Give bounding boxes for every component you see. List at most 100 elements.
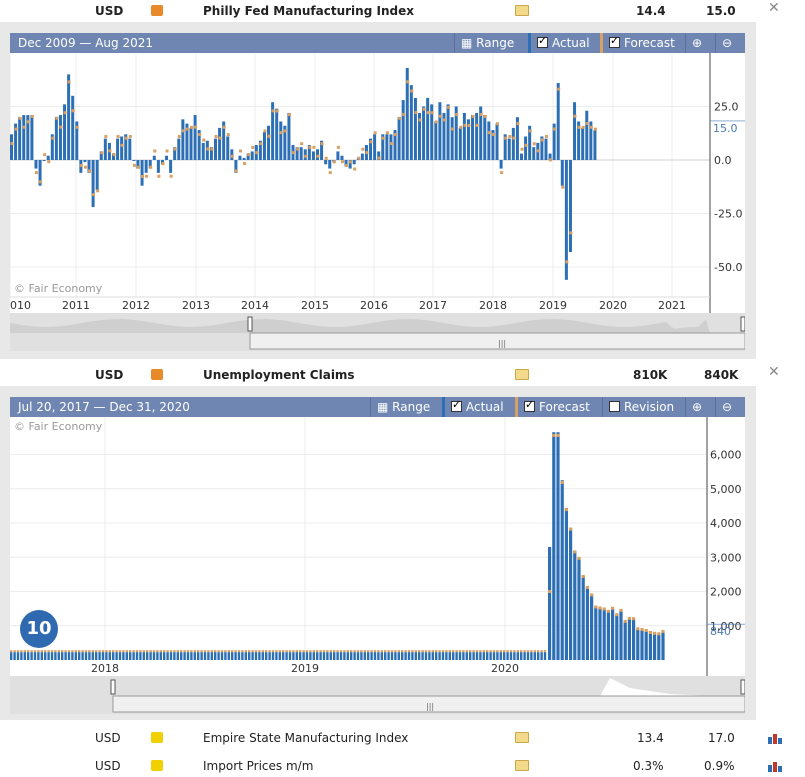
actual-bar [336,151,340,160]
zoom-out-icon[interactable]: ⊖ [715,397,738,417]
actual-bar [414,652,417,660]
range-navigator[interactable]: ||| [10,313,746,351]
forecast-marker [360,650,363,653]
actual-bar [343,652,346,660]
forecast-marker [20,650,23,653]
chart-panel-claims: Jul 20, 2017 — Dec 31, 2020 ▦ Range Actu… [0,386,756,720]
revision-checkbox[interactable] [609,401,620,412]
forecast-toggle[interactable]: Forecast [515,397,596,417]
forecast-marker [340,160,344,164]
navigator-strip[interactable]: ||| [10,313,746,351]
forecast-marker [259,142,263,146]
forecast-marker [509,650,513,653]
forecast-marker [329,650,332,653]
forecast-marker [214,650,217,653]
actual-bar [116,138,120,160]
forecast-marker [275,109,279,113]
forecast-marker [40,650,43,653]
actual-bar [295,652,298,660]
actual-toggle[interactable]: Actual [528,33,596,53]
actual-bar [326,652,329,660]
folder-icon[interactable] [515,369,529,380]
bar-chart-icon[interactable] [768,760,782,772]
actual-bar [129,652,132,660]
forecast-toggle[interactable]: Forecast [600,33,681,53]
impact-medium-icon [151,760,163,771]
event-name: Import Prices m/m [203,759,314,773]
forecast-marker [370,650,373,653]
forecast-marker [496,122,500,126]
forecast-marker [524,143,528,147]
range-button[interactable]: ▦ Range [454,33,520,53]
revision-toggle[interactable]: Revision [602,397,680,417]
actual-bar [169,160,173,173]
forecast-marker [61,650,64,653]
folder-icon[interactable] [515,5,529,16]
forecast-marker [367,650,370,653]
chart-toolbar: Dec 2009 — Aug 2021 ▦ Range Actual Forec… [10,33,745,53]
close-icon[interactable]: ✕ [768,0,780,16]
y-tick-label: -50.0 [714,261,742,274]
forecast-marker [458,650,462,653]
forecast-marker [573,550,577,554]
forecast-marker [292,151,296,155]
forecast-marker [544,134,548,138]
forecast-marker [486,650,489,653]
event-row-empire-state[interactable]: USD Empire State Manufacturing Index 13.… [0,727,805,749]
actual-bar [581,127,585,160]
forecast-checkbox[interactable] [524,398,535,412]
actual-bar [661,632,665,660]
zoom-out-icon[interactable]: ⊖ [715,33,738,53]
actual-bar [78,652,81,660]
forecast-marker [163,650,166,653]
forecast-marker [173,147,177,151]
range-navigator[interactable]: ||| [10,676,746,714]
folder-icon[interactable] [515,760,529,771]
range-button[interactable]: ▦ Range [370,397,436,417]
forecast-marker [326,650,329,653]
actual-bar [581,576,585,660]
notification-badge[interactable]: 10 [20,610,58,648]
actual-bar [452,652,455,660]
forecast-marker [22,125,26,129]
actual-bar [520,652,523,660]
actual-bar [312,652,315,660]
close-icon[interactable]: ✕ [768,364,780,380]
forecast-marker [324,156,328,160]
actual-bar [424,652,428,660]
range-handle-right [740,679,746,695]
actual-bar [418,652,421,660]
forecast-checkbox[interactable] [609,34,620,48]
actual-bar [44,652,47,660]
actual-bar [183,652,186,660]
actual-checkbox[interactable] [537,34,548,48]
navigator-strip[interactable]: ||| [10,676,746,714]
event-row-unemployment-claims[interactable]: USD Unemployment Claims 810K 840K [0,364,805,386]
actual-bar [299,147,303,160]
forecast-marker [18,116,22,120]
actual-bar [98,652,101,660]
forecast-marker [500,171,504,175]
actual-bar [540,652,543,660]
event-row-philly-fed[interactable]: USD Philly Fed Manufacturing Index 14.4 … [0,0,805,22]
chart-area: 25.0 0.0 -25.0 -50.0 15.0 010 2011 2012 2013 2014… [9,53,745,313]
zoom-in-icon[interactable]: ⊕ [685,397,708,417]
actual-bar [556,432,560,660]
actual-toggle[interactable]: Actual [442,397,510,417]
actual-bar [409,85,413,160]
forecast-marker [565,260,569,264]
zoom-in-icon[interactable]: ⊕ [685,33,708,53]
forecast-marker [135,650,139,653]
folder-icon[interactable] [515,732,529,743]
actual-checkbox[interactable] [451,398,462,412]
actual-bar [482,652,485,660]
actual-bar [265,652,268,660]
event-row-import-prices[interactable]: USD Import Prices m/m 0.3% 0.9% [0,755,805,777]
bar-chart-icon[interactable] [768,732,782,744]
actual-bar [282,652,285,660]
forecast-marker [428,650,431,653]
actual-bar [471,115,475,160]
calendar-icon: ▦ [461,36,473,50]
actual-bar [552,432,556,660]
forecast-marker [606,609,610,613]
